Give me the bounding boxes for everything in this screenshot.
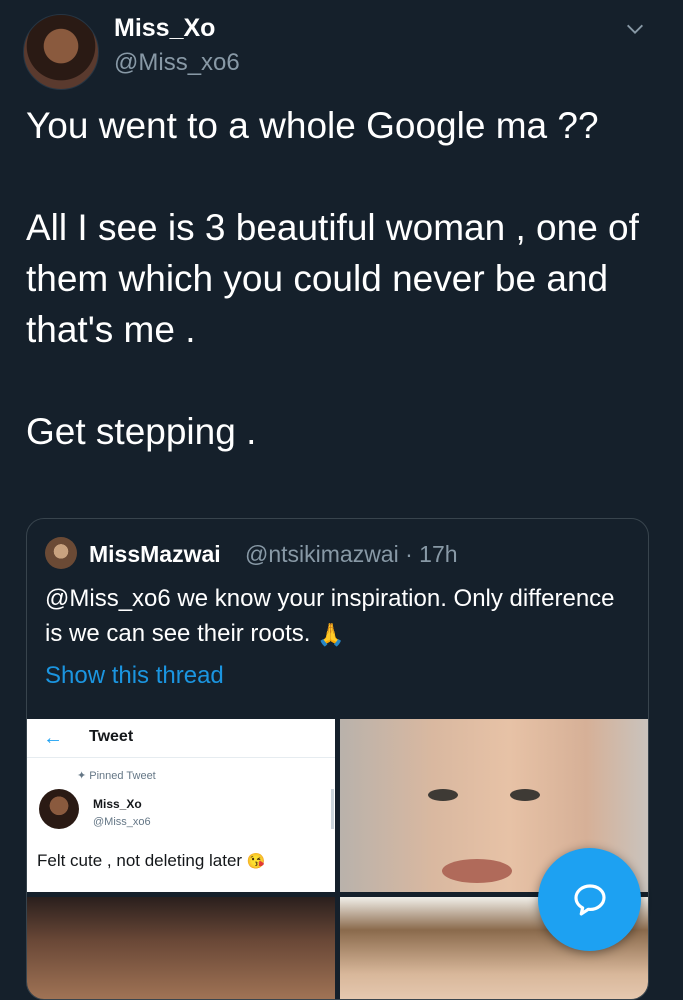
praying-hands-emoji: 🙏	[317, 622, 345, 648]
compose-reply-button[interactable]	[538, 848, 641, 951]
screenshot-text: Felt cute , not deleting later	[37, 851, 243, 870]
kiss-emoji: 😘	[246, 853, 266, 870]
screenshot-text-wrap: Felt cute , not deleting later 😘	[37, 851, 265, 871]
quoted-avatar[interactable]	[45, 537, 77, 569]
face-lips	[442, 859, 512, 883]
screenshot-scrollbar	[331, 789, 334, 829]
pinned-text: Pinned Tweet	[89, 770, 156, 782]
face-right-eye	[510, 789, 540, 801]
quoted-display-name: MissMazwai	[89, 541, 221, 567]
tweet-text: You went to a whole Google ma ?? All I s…	[26, 105, 639, 452]
screenshot-handle: @Miss_xo6	[93, 816, 151, 828]
screenshot-title: Tweet	[89, 728, 134, 745]
face-left-eye	[428, 789, 458, 801]
tweet-display-name[interactable]: Miss_Xo	[114, 14, 215, 43]
tweet-author-avatar[interactable]	[23, 14, 99, 90]
chevron-down-icon-path	[627, 24, 643, 34]
quoted-image-screenshot[interactable]: ← Tweet ✦ Pinned Tweet Miss_Xo @Miss_xo6…	[27, 719, 335, 892]
tweet-handle[interactable]: @Miss_xo6	[114, 49, 240, 77]
back-arrow-icon: ←	[43, 727, 63, 749]
screenshot-divider	[27, 757, 335, 758]
quoted-image-grid: ← Tweet ✦ Pinned Tweet Miss_Xo @Miss_xo6…	[27, 719, 648, 999]
compose-reply-icon	[574, 884, 606, 916]
show-thread-link[interactable]: Show this thread	[45, 662, 224, 690]
chevron-down-icon[interactable]	[624, 18, 646, 40]
screenshot-avatar	[39, 789, 79, 829]
quoted-text-wrap: @Miss_xo6 we know your inspiration. Only…	[45, 581, 635, 652]
screenshot-name: Miss_Xo	[93, 797, 142, 811]
screenshot-pinned-label: ✦ Pinned Tweet	[77, 770, 156, 782]
quoted-handle-time: @ntsikimazwai · 17h	[245, 541, 458, 567]
speech-bubble-path	[574, 884, 606, 916]
